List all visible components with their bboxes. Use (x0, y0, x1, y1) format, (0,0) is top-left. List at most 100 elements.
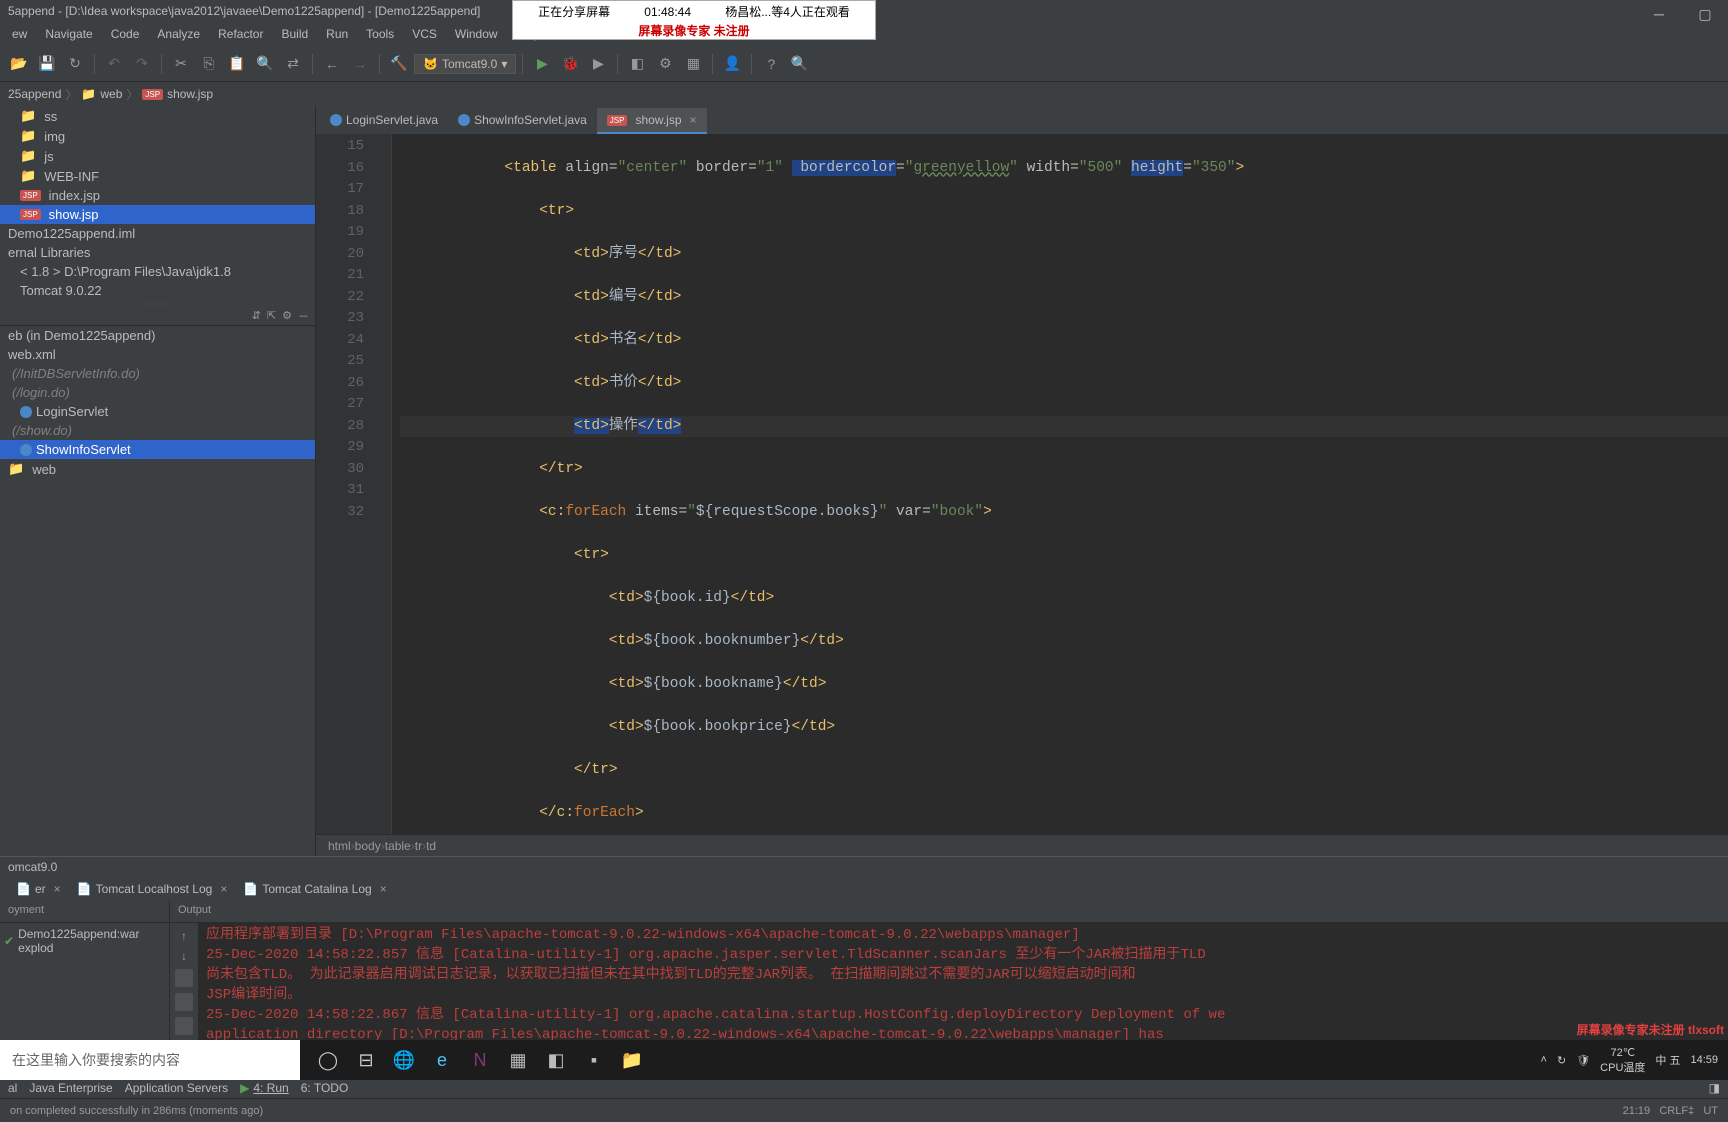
tray-up-icon[interactable]: ˄ (1541, 1054, 1547, 1066)
tree--unnamed-[interactable]: (/login.do) (0, 383, 315, 402)
tool-6--todo[interactable]: 6: TODO (301, 1081, 349, 1095)
tree-tomcat-9-0-22[interactable]: Tomcat 9.0.22 (0, 281, 315, 300)
help-icon[interactable]: ? (760, 53, 782, 75)
run-tab-tomcat-catalina-log[interactable]: 📄 Tomcat Catalina Log × (235, 879, 394, 899)
gear-icon[interactable]: ⚙ (654, 53, 676, 75)
encoding[interactable]: UT (1703, 1105, 1718, 1117)
tree-web-xml[interactable]: web.xml (0, 345, 315, 364)
tool-al[interactable]: al (8, 1081, 17, 1095)
tree-ernal-libraries[interactable]: ernal Libraries (0, 243, 315, 262)
run-tab-tomcat-localhost-log[interactable]: 📄 Tomcat Localhost Log × (69, 879, 236, 899)
line-separator[interactable]: CRLF‡ (1659, 1105, 1694, 1117)
search-everywhere-icon[interactable]: 🔍 (788, 53, 810, 75)
run-configuration[interactable]: 🐱Tomcat9.0 ▾ (414, 54, 516, 74)
cb-table[interactable]: table (385, 839, 411, 853)
open-icon[interactable]: 📂 (8, 53, 30, 75)
cursor-position[interactable]: 21:19 (1623, 1105, 1651, 1117)
tree-web[interactable]: 📁web (0, 459, 315, 479)
tree-img[interactable]: 📁img (0, 126, 315, 146)
tree-web-inf[interactable]: 📁WEB-INF (0, 166, 315, 186)
bc-root[interactable]: 25append (8, 87, 61, 101)
menu-navigate[interactable]: Navigate (37, 25, 100, 43)
hide-icon[interactable]: － (298, 308, 309, 324)
profile-icon[interactable]: ◧ (626, 53, 648, 75)
tree-show-jsp[interactable]: JSPshow.jsp (0, 205, 315, 224)
fold-column[interactable] (376, 134, 392, 834)
run-icon[interactable]: ▶ (531, 53, 553, 75)
replace-icon[interactable]: ⇄ (282, 53, 304, 75)
refresh-icon[interactable]: ↻ (64, 53, 86, 75)
close-icon[interactable]: × (380, 882, 387, 896)
undo-icon[interactable]: ↶ (103, 53, 125, 75)
tree-demo1225append-iml[interactable]: Demo1225append.iml (0, 224, 315, 243)
close-icon[interactable]: × (54, 882, 61, 896)
tab-loginservlet-java[interactable]: LoginServlet.java (320, 108, 448, 134)
down-icon[interactable]: ↓ (181, 949, 187, 963)
shield-icon[interactable]: 🛡 (1576, 1054, 1590, 1067)
sync-icon[interactable]: ↻ (1557, 1054, 1566, 1067)
windows-search[interactable]: 在这里输入你要搜索的内容 (0, 1040, 300, 1080)
task-view-icon[interactable]: ◯ (312, 1044, 344, 1076)
code-editor[interactable]: <table align="center" border="1" borderc… (392, 134, 1728, 834)
tool-4--run[interactable]: ▶ 4: Run (240, 1081, 289, 1095)
menu-refactor[interactable]: Refactor (210, 25, 271, 43)
tree--unnamed-[interactable]: (/show.do) (0, 421, 315, 440)
cb-html[interactable]: html (328, 839, 351, 853)
maximize-button[interactable]: ▢ (1682, 0, 1728, 28)
intellij-icon[interactable]: ◧ (540, 1044, 572, 1076)
bc-web[interactable]: web (100, 87, 122, 101)
cb-td[interactable]: td (426, 839, 436, 853)
app-icon[interactable]: ▦ (502, 1044, 534, 1076)
tab-showinfoservlet-java[interactable]: ShowInfoServlet.java (448, 108, 597, 134)
menu-analyze[interactable]: Analyze (149, 25, 208, 43)
tree-index-jsp[interactable]: JSPindex.jsp (0, 186, 315, 205)
tree--unnamed-[interactable]: (/InitDBServletInfo.do) (0, 364, 315, 383)
tree-loginservlet[interactable]: LoginServlet (0, 402, 315, 421)
terminal-icon[interactable]: ▪ (578, 1044, 610, 1076)
debug-icon[interactable]: 🐞 (559, 53, 581, 75)
paste-icon[interactable]: 📋 (226, 53, 248, 75)
copy-icon[interactable]: ⎘ (198, 53, 220, 75)
tool-java-enterprise[interactable]: Java Enterprise (29, 1081, 112, 1095)
menu-window[interactable]: Window (447, 25, 506, 43)
tree-showinfoservlet[interactable]: ShowInfoServlet (0, 440, 315, 459)
cb-body[interactable]: body (355, 839, 381, 853)
gear-icon[interactable]: ⚙ (282, 309, 292, 322)
save-icon[interactable]: 💾 (36, 53, 58, 75)
tool-application-servers[interactable]: Application Servers (125, 1081, 228, 1095)
forward-icon[interactable]: → (349, 53, 371, 75)
structure-icon[interactable]: ▦ (682, 53, 704, 75)
print-icon[interactable] (175, 1017, 193, 1035)
run-tab-er[interactable]: 📄 er × (8, 879, 69, 899)
folder-icon[interactable]: 📁 (616, 1044, 648, 1076)
up-icon[interactable]: ↑ (181, 929, 187, 943)
cortana-icon[interactable]: ⊟ (350, 1044, 382, 1076)
cb-tr[interactable]: tr (415, 839, 422, 853)
menu-run[interactable]: Run (318, 25, 356, 43)
tree-ss[interactable]: 📁ss (0, 106, 315, 126)
close-icon[interactable]: × (690, 113, 697, 127)
bc-file[interactable]: show.jsp (167, 87, 213, 101)
tab-show-jsp[interactable]: JSPshow.jsp× (597, 108, 707, 134)
event-log-icon[interactable]: ◨ (1709, 1081, 1720, 1095)
menu-tools[interactable]: Tools (358, 25, 402, 43)
tree-js[interactable]: 📁js (0, 146, 315, 166)
menu-vcs[interactable]: VCS (404, 25, 445, 43)
collapse-icon[interactable]: ⇱ (267, 309, 276, 322)
clock[interactable]: 14:59 (1690, 1054, 1718, 1066)
cut-icon[interactable]: ✂ (170, 53, 192, 75)
tree---1-8---d--program-files-java-jdk1-8[interactable]: < 1.8 > D:\Program Files\Java\jdk1.8 (0, 262, 315, 281)
close-icon[interactable]: × (220, 882, 227, 896)
avatar-icon[interactable]: 👤 (721, 53, 743, 75)
deploy-artifact[interactable]: ✔ Demo1225append:war explod (4, 927, 165, 955)
back-icon[interactable]: ← (321, 53, 343, 75)
find-icon[interactable]: 🔍 (254, 53, 276, 75)
expand-icon[interactable]: ⇵ (252, 309, 261, 322)
edge-icon[interactable]: e (426, 1044, 458, 1076)
build-icon[interactable]: 🔨 (388, 53, 410, 75)
redo-icon[interactable]: ↷ (131, 53, 153, 75)
menu-build[interactable]: Build (273, 25, 316, 43)
ime-indicator[interactable]: 中 五 (1655, 1052, 1680, 1068)
soft-wrap-icon[interactable] (175, 969, 193, 987)
scroll-end-icon[interactable] (175, 993, 193, 1011)
